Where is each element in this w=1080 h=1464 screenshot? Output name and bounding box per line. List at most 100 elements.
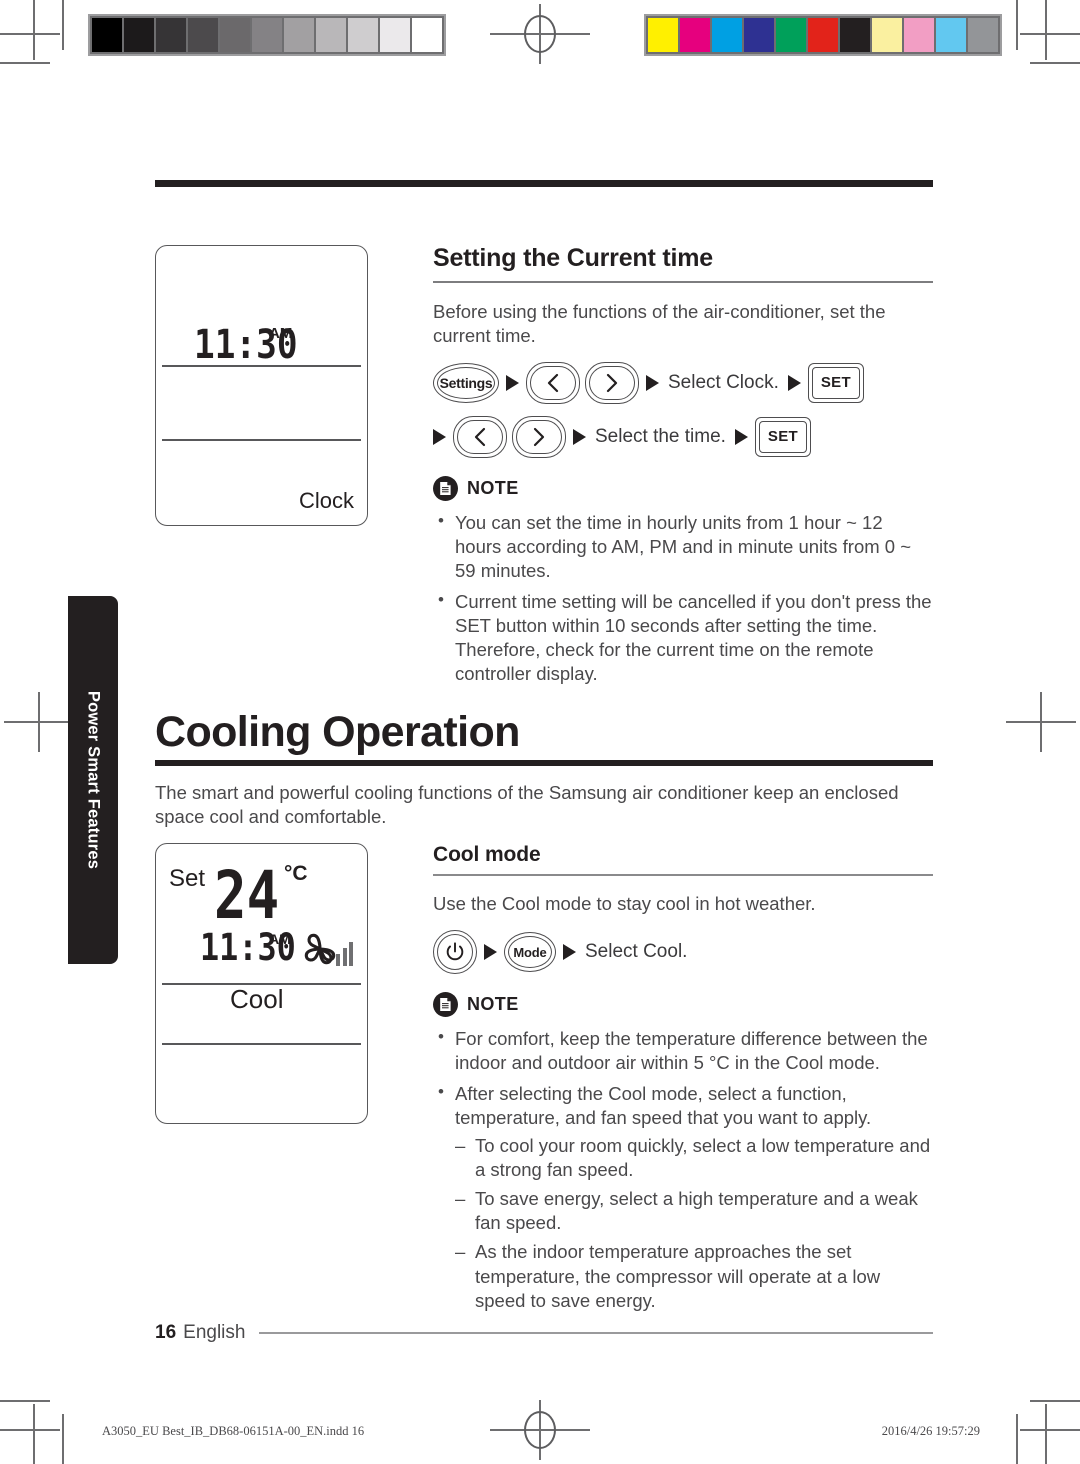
arrow-icon <box>787 374 801 391</box>
subsection-heading-rule <box>433 874 933 877</box>
grayscale-swatch <box>252 18 282 52</box>
cool-step-instruction: Select Cool. <box>585 941 688 963</box>
settings-button-label: Settings <box>439 374 493 391</box>
imprint-filename: A3050_EU Best_IB_DB68-06151A-00_EN.indd … <box>102 1424 365 1438</box>
imprint-timestamp: 2016/4/26 19:57:29 <box>881 1424 980 1438</box>
cool-mode-steps-row: Mode Select Cool. <box>433 930 933 975</box>
set-button-label: SET <box>820 374 851 392</box>
page-number: 16 <box>155 1322 177 1343</box>
power-button[interactable] <box>433 930 477 975</box>
note-bullet: For comfort, keep the temperature differ… <box>433 1026 933 1075</box>
left-button[interactable] <box>453 415 507 458</box>
section-heading-clock: Setting the Current time <box>433 244 713 272</box>
cool-display-meridiem: AM <box>269 931 291 948</box>
color-swatch <box>808 18 838 52</box>
section-heading-rule <box>433 280 933 283</box>
page-title-rule <box>155 760 933 767</box>
chapter-thumb-tab: Power Smart Features <box>68 596 118 964</box>
chevron-right-icon <box>606 373 618 392</box>
cooling-intro-text: The smart and powerful cooling functions… <box>155 782 899 828</box>
left-button[interactable] <box>526 361 580 404</box>
cool-mode-text-column: Cool mode Use the Cool mode to stay cool… <box>433 843 933 1312</box>
note-bullet: You can set the time in hourly units fro… <box>433 510 933 583</box>
note-bullet: Current time setting will be cancelled i… <box>433 589 933 686</box>
note-sub-list: To cool your room quickly, select a low … <box>455 1134 933 1312</box>
page-language: English <box>183 1322 246 1343</box>
note-bullet-text: After selecting the Cool mode, select a … <box>455 1083 872 1129</box>
settings-button[interactable]: Settings <box>433 362 499 403</box>
cool-display-set-label: Set <box>169 865 206 893</box>
grayscale-calibration-bar <box>88 14 446 56</box>
grayscale-swatch <box>316 18 346 52</box>
color-swatch <box>840 18 870 52</box>
note-title: NOTE <box>467 994 519 1015</box>
color-swatch <box>712 18 742 52</box>
color-swatch <box>744 18 774 52</box>
chevron-left-icon <box>474 427 486 446</box>
remote-cool-display: Set 24 °C 11:30 AM Cool <box>155 843 368 1125</box>
arrow-icon <box>484 944 497 961</box>
right-button[interactable] <box>512 415 566 458</box>
clock-intro-text: Before using the functions of the air-co… <box>433 300 886 346</box>
grayscale-swatch <box>412 18 442 52</box>
cool-mode-block: Set 24 °C 11:30 AM Cool Cool mode Use th… <box>155 843 933 1312</box>
cool-display-unit: °C <box>284 862 308 886</box>
clock-display-meridiem: AM <box>269 325 293 342</box>
arrow-icon <box>506 374 519 391</box>
clock-section: 11:30 AM Clock Setting the Current time … <box>155 244 933 686</box>
arrow-icon <box>563 944 576 961</box>
color-swatch <box>648 18 678 52</box>
note-header-cool: NOTE <box>433 992 933 1018</box>
footer-rule <box>259 1332 933 1334</box>
arrow-icon <box>734 428 748 445</box>
note-sub-item: To cool your room quickly, select a low … <box>455 1134 933 1182</box>
time-step-instruction: Select the time. <box>595 425 726 447</box>
note-header-clock: NOTE <box>433 475 933 501</box>
cooling-section: Cooling Operation The smart and powerful… <box>155 708 933 1312</box>
note-title: NOTE <box>467 477 519 498</box>
note-list-clock: You can set the time in hourly units fro… <box>433 510 933 686</box>
color-swatch <box>680 18 710 52</box>
right-button[interactable] <box>585 361 639 404</box>
remote-clock-display: 11:30 AM Clock <box>155 245 368 526</box>
set-button[interactable]: SET <box>754 416 811 457</box>
arrow-icon <box>573 428 586 445</box>
registration-mark-top <box>490 4 590 64</box>
mode-button[interactable]: Mode <box>504 932 556 973</box>
registration-mark-right <box>1006 692 1076 752</box>
grayscale-swatch <box>220 18 250 52</box>
clock-display-column: 11:30 AM Clock <box>155 245 373 526</box>
cool-mode-intro-text: Use the Cool mode to stay cool in hot we… <box>433 893 816 915</box>
grayscale-swatch <box>380 18 410 52</box>
arrow-icon <box>433 428 446 445</box>
color-swatch <box>872 18 902 52</box>
grayscale-swatch <box>284 18 314 52</box>
note-sub-item: As the indoor temperature approaches the… <box>455 1240 933 1312</box>
page-title: Cooling Operation <box>155 708 520 757</box>
color-swatch <box>904 18 934 52</box>
color-swatch <box>968 18 998 52</box>
note-sub-item: To save energy, select a high temperatur… <box>455 1187 933 1235</box>
grayscale-swatch <box>92 18 122 52</box>
cool-display-temperature: 24 <box>214 857 280 935</box>
grayscale-swatch <box>156 18 186 52</box>
set-button[interactable]: SET <box>807 362 864 403</box>
page-content: 11:30 AM Clock Setting the Current time … <box>155 180 933 1320</box>
arrow-icon <box>646 374 659 391</box>
chevron-left-icon <box>547 373 559 392</box>
color-calibration-bar <box>644 14 1002 56</box>
note-list-cool: For comfort, keep the temperature differ… <box>433 1026 933 1313</box>
chevron-right-icon <box>533 427 545 446</box>
note-bullet: After selecting the Cool mode, select a … <box>433 1081 933 1312</box>
subsection-heading-cool-mode: Cool mode <box>433 843 541 867</box>
page-footer: 16 English <box>155 1322 933 1344</box>
clock-step-instruction: Select Clock. <box>668 371 779 393</box>
chapter-thumb-tab-label: Power Smart Features <box>84 690 103 870</box>
registration-mark-bottom <box>490 1400 590 1460</box>
grayscale-swatch <box>188 18 218 52</box>
clock-text-column: Setting the Current time Before using th… <box>433 244 933 686</box>
mode-button-label: Mode <box>513 944 547 960</box>
page-top-rule <box>155 180 933 187</box>
note-document-icon <box>433 992 458 1018</box>
registration-mark-left <box>4 692 74 752</box>
